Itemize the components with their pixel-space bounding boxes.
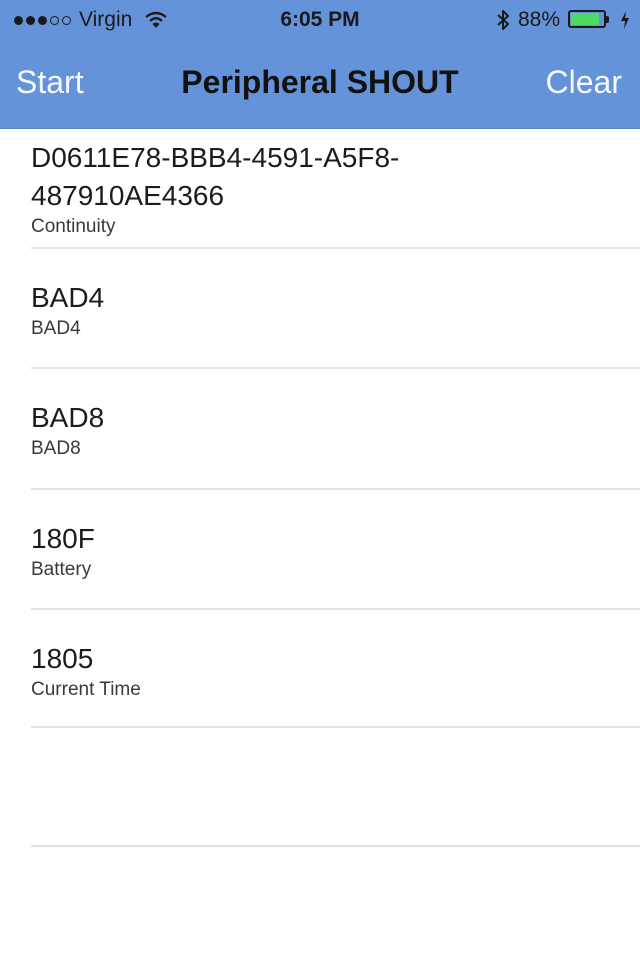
- status-bar: Virgin 6:05 PM 88%: [0, 0, 640, 40]
- navigation-bar: Start Peripheral SHOUT Clear: [0, 40, 640, 128]
- service-name: Continuity: [31, 216, 116, 237]
- service-uuid: 180F: [31, 523, 95, 554]
- status-right: 88%: [496, 8, 630, 32]
- list-item[interactable]: 180F Battery: [0, 490, 640, 610]
- list-item[interactable]: BAD4 BAD4: [0, 249, 640, 369]
- service-list: D0611E78-BBB4-4591-A5F8-487910AE4366 Con…: [0, 129, 640, 728]
- service-name: BAD4: [31, 318, 81, 339]
- app-screen: Virgin 6:05 PM 88% Start Peripheral SHOU…: [0, 0, 640, 960]
- service-uuid: D0611E78-BBB4-4591-A5F8-487910AE4366: [31, 142, 400, 211]
- service-name: Battery: [31, 559, 92, 580]
- bluetooth-icon: [497, 10, 509, 30]
- empty-row-separator: [31, 845, 640, 847]
- battery-percent: 88%: [517, 8, 560, 31]
- service-name: Current Time: [31, 679, 141, 700]
- charging-icon: [621, 11, 629, 29]
- header: Virgin 6:05 PM 88% Start Peripheral SHOU…: [0, 0, 640, 129]
- page-title: Peripheral SHOUT: [181, 64, 459, 100]
- battery-nub: [606, 16, 609, 23]
- service-uuid: BAD8: [31, 402, 105, 433]
- service-uuid: 1805: [31, 643, 94, 674]
- list-item[interactable]: 1805 Current Time: [0, 610, 640, 728]
- clear-button[interactable]: Clear: [546, 64, 622, 101]
- service-name: BAD8: [31, 438, 81, 459]
- service-uuid: BAD4: [31, 282, 105, 313]
- list-item[interactable]: D0611E78-BBB4-4591-A5F8-487910AE4366 Con…: [0, 129, 640, 249]
- battery-icon: [568, 10, 612, 30]
- list-item[interactable]: BAD8 BAD8: [0, 369, 640, 490]
- battery-fill: [571, 13, 599, 25]
- row-separator: [31, 726, 640, 728]
